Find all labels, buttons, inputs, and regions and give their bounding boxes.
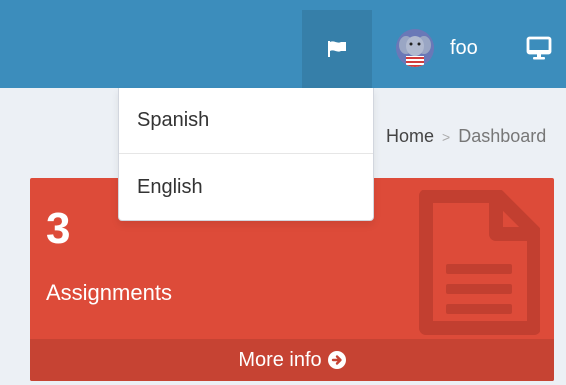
- monitor-icon: [526, 36, 552, 60]
- monitor-button[interactable]: [524, 36, 554, 62]
- breadcrumb: Home > Dashboard: [386, 126, 546, 147]
- top-navbar: foo: [0, 0, 566, 88]
- more-info-label: More info: [238, 348, 322, 371]
- more-info-link[interactable]: More info: [30, 339, 554, 381]
- assignments-count: 3: [46, 204, 71, 253]
- avatar: [396, 29, 434, 67]
- file-text-icon: [419, 190, 540, 335]
- arrow-circle-right-icon: [327, 351, 346, 369]
- language-option-spanish[interactable]: Spanish: [119, 88, 373, 154]
- assignments-label: Assignments: [46, 280, 172, 305]
- language-option-english[interactable]: English: [119, 154, 373, 220]
- language-toggle-button[interactable]: [302, 10, 372, 88]
- user-name: foo: [450, 36, 478, 59]
- elephant-avatar-icon: [396, 29, 434, 67]
- language-dropdown-menu: Spanish English: [118, 88, 374, 221]
- breadcrumb-home-link[interactable]: Home: [386, 126, 434, 146]
- flag-icon: [328, 41, 346, 57]
- breadcrumb-current: Dashboard: [458, 126, 547, 146]
- page: foo Home > Dashboard 3 Assignments More in…: [0, 0, 566, 385]
- breadcrumb-separator: >: [442, 129, 451, 145]
- user-menu[interactable]: foo: [396, 28, 478, 68]
